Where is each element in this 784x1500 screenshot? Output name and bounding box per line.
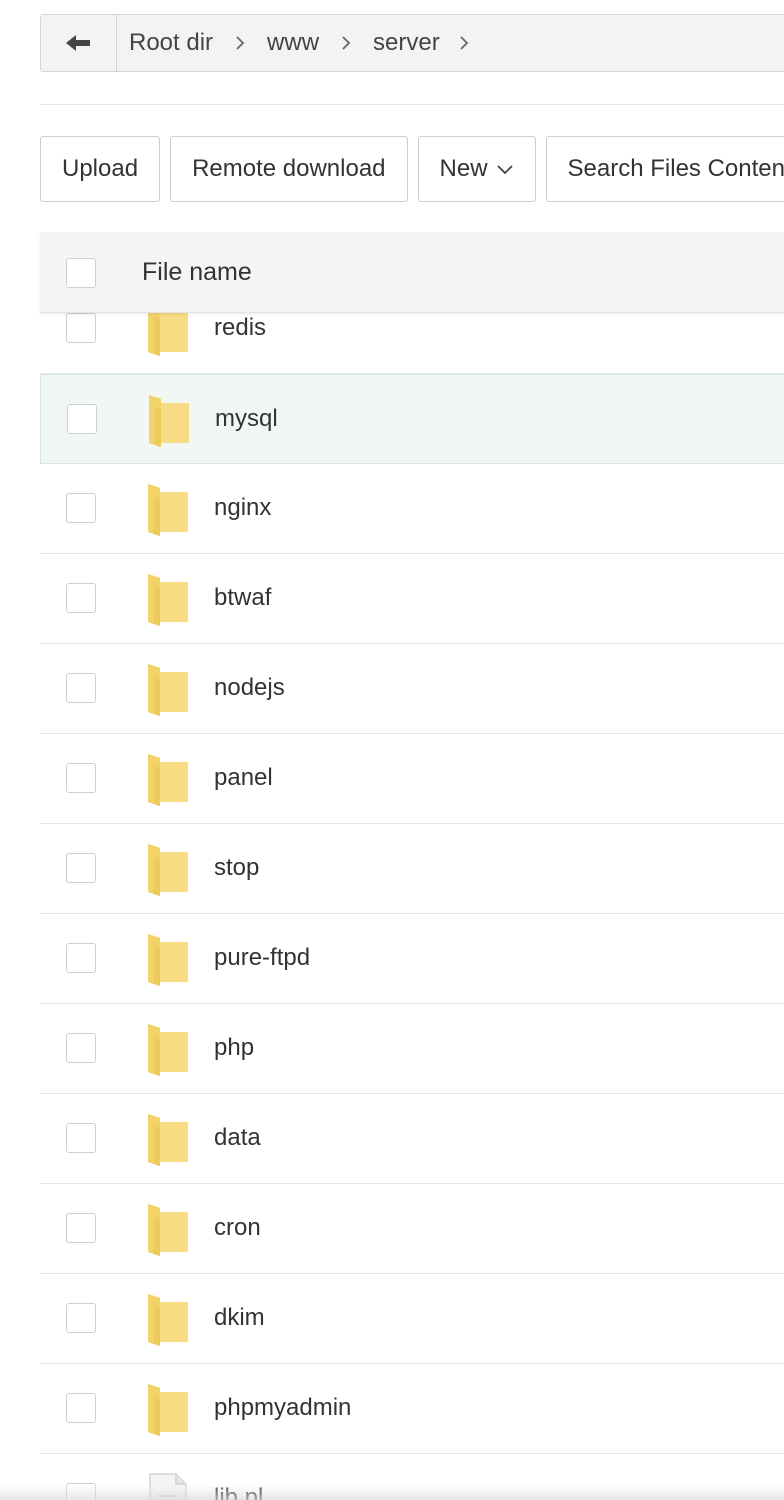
table-row[interactable]: cron [40,1184,784,1274]
table-header: File name [40,232,784,313]
folder-icon [146,482,190,538]
file-name-link[interactable]: data [214,1124,261,1152]
toolbar: Upload Remote download New Search Files … [40,136,784,202]
table-row[interactable]: nginx [40,464,784,554]
file-name-link[interactable]: phpmyadmin [214,1394,351,1422]
breadcrumb-item-www[interactable]: www [267,29,319,57]
file-name-link[interactable]: nodejs [214,674,285,702]
row-checkbox[interactable] [66,763,96,793]
column-header-file-name[interactable]: File name [142,258,252,287]
row-checkbox[interactable] [66,1213,96,1243]
file-name-link[interactable]: cron [214,1214,261,1242]
folder-icon [147,393,191,449]
table-row[interactable]: nodejs [40,644,784,734]
file-name-link[interactable]: redis [214,314,266,342]
folder-icon [146,572,190,628]
row-checkbox[interactable] [66,943,96,973]
path-bar: Root dir www server [40,14,784,72]
table-row[interactable]: redis [40,313,784,374]
file-name-link[interactable]: nginx [214,494,271,522]
file-name-link[interactable]: stop [214,854,259,882]
row-checkbox[interactable] [66,1123,96,1153]
chevron-right-icon [213,35,267,51]
file-name-link[interactable]: mysql [215,405,278,433]
row-checkbox[interactable] [66,1303,96,1333]
row-checkbox[interactable] [67,404,97,434]
folder-icon [146,662,190,718]
search-files-content-button[interactable]: Search Files Conten [545,136,784,202]
remote-download-button[interactable]: Remote download [170,136,408,202]
row-checkbox[interactable] [66,493,96,523]
file-name-link[interactable]: php [214,1034,254,1062]
breadcrumb-item-root[interactable]: Root dir [129,29,213,57]
table-row[interactable]: panel [40,734,784,824]
table-row[interactable]: stop [40,824,784,914]
table-row[interactable]: pure-ftpd [40,914,784,1004]
file-name-link[interactable]: btwaf [214,584,271,612]
divider [40,104,784,105]
file-list: redis mysql nginx btwaf nodejs panel stop pure-… [40,313,784,1500]
folder-icon [146,1292,190,1348]
folder-icon [146,842,190,898]
folder-icon [146,1382,190,1438]
folder-icon [146,1112,190,1168]
chevron-right-icon [319,35,373,51]
table-row[interactable]: dkim [40,1274,784,1364]
folder-icon [146,313,190,358]
folder-icon [146,1022,190,1078]
table-row[interactable]: phpmyadmin [40,1364,784,1454]
select-all-checkbox[interactable] [66,258,96,288]
row-checkbox[interactable] [66,853,96,883]
back-button[interactable] [41,15,117,71]
row-checkbox[interactable] [66,583,96,613]
arrow-left-icon [65,35,90,51]
row-checkbox[interactable] [66,673,96,703]
table-row[interactable]: data [40,1094,784,1184]
file-name-link[interactable]: pure-ftpd [214,944,310,972]
upload-button[interactable]: Upload [40,136,161,202]
breadcrumb-item-server[interactable]: server [373,29,440,57]
file-manager: Root dir www server Upload Remote downlo… [0,0,784,1500]
new-dropdown-button[interactable]: New [417,136,536,202]
folder-icon [146,1202,190,1258]
table-row[interactable]: btwaf [40,554,784,644]
breadcrumb: Root dir www server [117,15,488,71]
chevron-down-icon [496,163,514,175]
folder-icon [146,932,190,988]
table-row[interactable]: mysql [40,374,784,464]
row-checkbox[interactable] [66,1033,96,1063]
new-button-label: New [439,155,488,182]
file-name-link[interactable]: panel [214,764,273,792]
row-checkbox[interactable] [66,1393,96,1423]
table-row[interactable]: php [40,1004,784,1094]
chevron-right-icon [440,35,488,51]
folder-icon [146,752,190,808]
file-name-link[interactable]: dkim [214,1304,265,1332]
scroll-edge [0,1486,784,1500]
row-checkbox[interactable] [66,313,96,343]
